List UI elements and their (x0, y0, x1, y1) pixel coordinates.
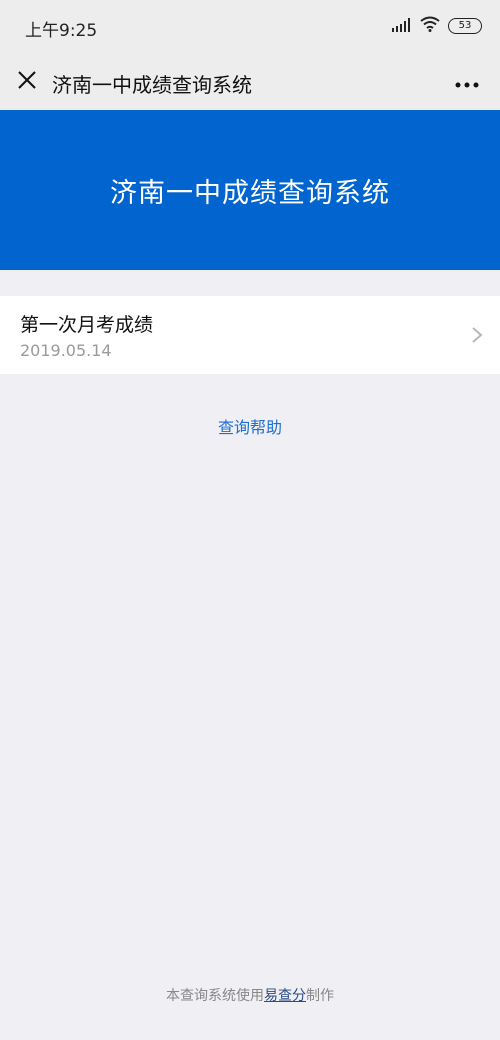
exam-title: 第一次月考成绩 (20, 314, 154, 336)
more-button[interactable] (452, 69, 482, 95)
chevron-right-icon (470, 326, 484, 344)
more-icon (455, 73, 479, 92)
status-bar: 上午9:25 53 (0, 0, 500, 55)
footer-prefix: 本查询系统使用 (166, 988, 264, 1004)
close-icon (17, 70, 37, 94)
status-time: 上午9:25 (25, 21, 98, 41)
signal-icon (392, 17, 412, 36)
battery-icon: 53 (448, 18, 482, 34)
close-button[interactable] (12, 67, 42, 97)
help-link[interactable]: 查询帮助 (218, 418, 282, 437)
exam-list-item[interactable]: 第一次月考成绩 2019.05.14 (0, 296, 500, 374)
nav-title: 济南一中成绩查询系统 (52, 73, 252, 97)
footer-link[interactable]: 易查分 (264, 988, 306, 1004)
footer: 本查询系统使用易查分制作 (0, 985, 500, 1005)
nav-bar: 济南一中成绩查询系统 (0, 55, 500, 110)
footer-suffix: 制作 (306, 988, 334, 1004)
banner-title: 济南一中成绩查询系统 (110, 177, 390, 209)
header-banner: 济南一中成绩查询系统 (0, 110, 500, 270)
status-icons: 53 (392, 16, 482, 36)
help-link-row: 查询帮助 (0, 414, 500, 438)
exam-date: 2019.05.14 (20, 341, 112, 360)
wifi-icon (420, 16, 440, 36)
